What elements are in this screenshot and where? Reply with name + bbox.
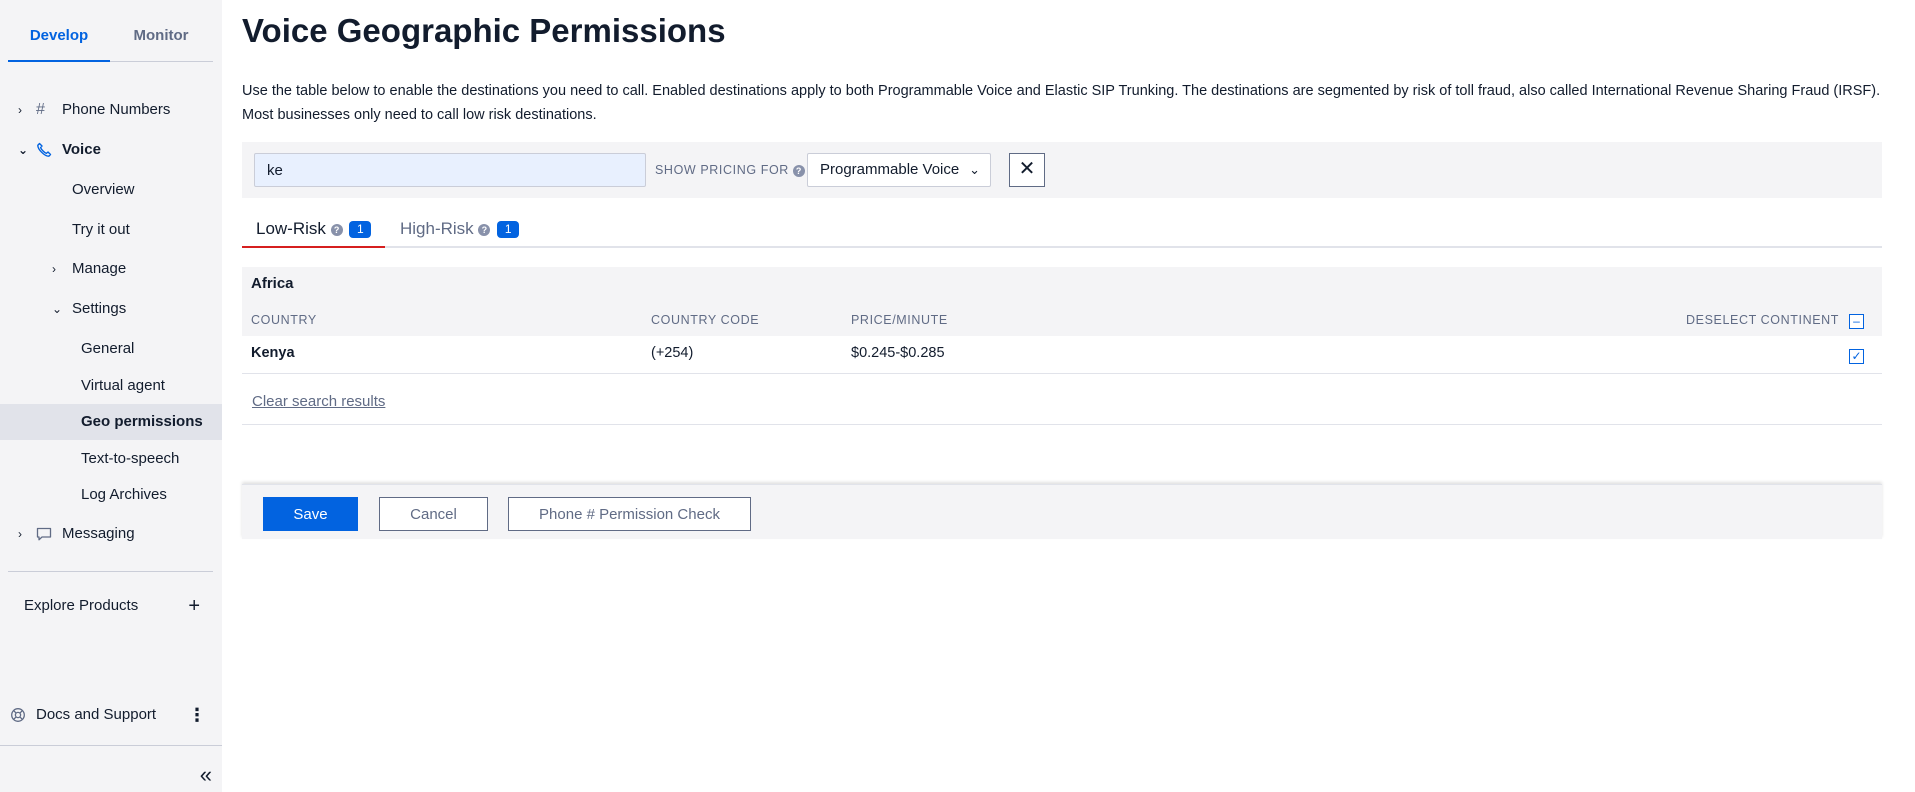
deselect-continent-checkbox[interactable]: – [1849,314,1864,329]
chevron-down-icon: ⌄ [52,302,63,316]
count-badge: 1 [497,221,520,239]
chevron-right-icon: › [18,527,22,541]
hash-icon: # [36,101,45,118]
sidebar-item-geo-permissions[interactable]: Geo permissions [0,404,222,440]
action-bar: Save Cancel Phone # Permission Check [242,484,1882,539]
sidebar-item-label: Messaging [62,525,135,542]
pricing-select[interactable]: Programmable Voice ⌄ [807,153,991,187]
help-icon[interactable]: ? [330,223,343,236]
help-icon[interactable]: ? [478,223,491,236]
sidebar-item-label: Geo permissions [81,413,203,430]
phone-icon [36,132,54,168]
chat-icon [36,516,54,552]
sidebar-item-try-it-out[interactable]: Try it out [0,212,222,248]
continent-header: Africa COUNTRY COUNTRY CODE PRICE/MINUTE… [242,267,1882,336]
lifebuoy-icon [10,697,28,733]
chevron-right-icon: › [18,103,22,117]
pricing-select-value: Programmable Voice [820,161,960,178]
sidebar-item-label: Phone Numbers [62,101,171,118]
sidebar-item-text-to-speech[interactable]: Text-to-speech [0,441,222,477]
checkmark-icon: ✓ [1851,349,1862,363]
sidebar-item-label: Text-to-speech [81,450,180,467]
sidebar-item-phone-numbers[interactable]: › # Phone Numbers [0,92,222,128]
divider [242,424,1882,425]
tab-develop[interactable]: Develop [8,0,110,62]
column-header-price-minute: PRICE/MINUTE [851,313,948,327]
country-checkbox[interactable]: ✓ [1849,349,1864,364]
tab-label: High-Risk [400,219,474,238]
table-row: Kenya (+254) $0.245-$0.285 ✓ [242,336,1882,374]
sidebar-item-label: Voice [62,141,101,158]
filter-bar: SHOW PRICING FOR ? Programmable Voice ⌄ … [242,142,1882,198]
clear-search-results-link[interactable]: Clear search results [252,393,385,410]
count-badge: 1 [349,221,372,239]
sidebar-item-label: Explore Products [24,597,139,614]
sidebar-item-label: Try it out [72,221,130,238]
sidebar-item-messaging[interactable]: › Messaging [0,516,222,552]
sidebar-divider [0,745,222,746]
show-pricing-label: SHOW PRICING FOR ? [655,142,805,198]
cancel-button[interactable]: Cancel [379,497,488,531]
help-icon[interactable]: ? [792,164,805,177]
save-button[interactable]: Save [263,497,358,531]
main-content: Voice Geographic Permissions Use the tab… [242,0,1882,792]
cell-country: Kenya [251,345,295,361]
risk-tabs: Low-Risk ? 1 High-Risk ? 1 [242,213,1882,248]
continent-name: Africa [251,275,294,292]
chevron-right-icon: › [52,262,56,276]
tab-high-risk[interactable]: High-Risk ? 1 [386,213,533,246]
tab-low-risk[interactable]: Low-Risk ? 1 [242,213,386,248]
column-header-country: COUNTRY [251,313,317,327]
chevron-down-icon: ⌄ [969,162,980,177]
sidebar-item-label: General [81,340,135,357]
search-input[interactable] [254,153,646,187]
sidebar-item-label: Overview [72,181,135,198]
page-description: Use the table below to enable the destin… [242,83,1881,123]
minus-icon: – [1853,314,1860,328]
sidebar-top-tabs: Develop Monitor [8,0,213,62]
sidebar-item-label: Manage [72,260,127,277]
cell-country-code: (+254) [651,345,694,361]
clear-filter-button[interactable]: ✕ [1009,153,1045,187]
sidebar-item-label: Settings [72,300,127,317]
sidebar-item-manage[interactable]: › Manage [0,251,222,287]
chevron-down-icon: ⌄ [18,143,29,157]
sidebar-item-label: Virtual agent [81,377,165,394]
cell-price: $0.245-$0.285 [851,345,945,361]
sidebar-item-virtual-agent[interactable]: Virtual agent [0,368,222,404]
sidebar-item-label: Docs and Support [36,706,157,723]
sidebar: Develop Monitor › # Phone Numbers ⌄ Voic… [0,0,222,792]
sidebar-item-explore-products[interactable]: Explore Products + [0,588,222,624]
column-header-deselect-continent: DESELECT CONTINENT [1686,313,1839,327]
sidebar-item-overview[interactable]: Overview [0,172,222,208]
sidebar-divider [8,571,213,572]
close-icon: ✕ [1018,158,1036,180]
sidebar-item-general[interactable]: General [0,331,222,367]
page-title: Voice Geographic Permissions [242,12,726,49]
sidebar-item-label: Log Archives [81,486,167,503]
tab-label: Low-Risk [256,219,326,238]
permission-check-button[interactable]: Phone # Permission Check [508,497,751,531]
plus-icon[interactable]: + [188,588,200,624]
tab-monitor[interactable]: Monitor [110,0,212,61]
more-vertical-icon[interactable]: ⋮ [188,697,206,733]
sidebar-item-docs-and-support[interactable]: Docs and Support ⋮ [0,697,222,733]
sidebar-item-voice[interactable]: ⌄ Voice [0,132,222,168]
sidebar-item-log-archives[interactable]: Log Archives [0,477,222,513]
column-header-country-code: COUNTRY CODE [651,313,760,327]
collapse-sidebar-icon[interactable]: « [200,762,212,788]
show-pricing-label-text: SHOW PRICING FOR [655,163,789,177]
sidebar-item-settings[interactable]: ⌄ Settings [0,291,222,327]
